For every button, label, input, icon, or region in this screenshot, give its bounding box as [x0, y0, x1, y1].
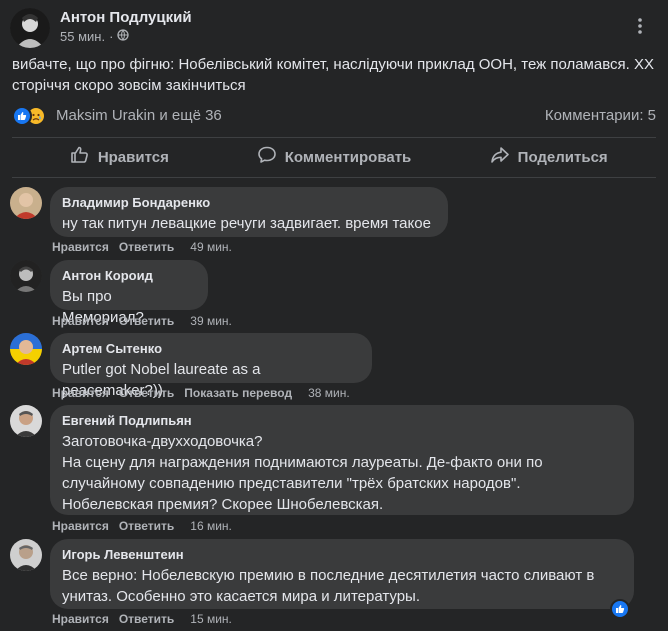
share-button[interactable]: Поделиться [441, 138, 656, 176]
share-icon [490, 145, 510, 169]
show-translation-link[interactable]: Показать перевод [184, 386, 292, 400]
reactions-summary[interactable]: Maksim Urakin и ещё 36 [56, 107, 222, 124]
comment-text-line: Все верно: Нобелевскую премию в последни… [62, 567, 595, 584]
like-button-label: Нравится [97, 148, 169, 166]
comment-actions: Нравится Ответить 39 мин. [52, 314, 232, 328]
share-button-label: Поделиться [517, 148, 608, 166]
commenter-avatar[interactable] [10, 333, 42, 365]
reaction-icons[interactable] [12, 104, 52, 126]
comment-reply-link[interactable]: Ответить [119, 519, 174, 533]
comment-like-link[interactable]: Нравится [52, 314, 109, 328]
comment-time[interactable]: 15 мин. [190, 612, 232, 626]
comments-count[interactable]: Комментарии: 5 [545, 107, 656, 124]
comment-bubble: Антон Короид Вы про Мемориал? [50, 260, 208, 326]
comment-reply-link[interactable]: Ответить [119, 240, 174, 254]
comment-author[interactable]: Артем Сытенко [62, 341, 360, 357]
comment-author[interactable]: Владимир Бондаренко [62, 195, 436, 211]
post-text: вибачте, що про фігню: Нобелівський комі… [12, 56, 654, 94]
comment-like-link[interactable]: Нравится [52, 386, 109, 400]
post-time[interactable]: 55 мин. [60, 29, 105, 44]
comment-reply-link[interactable]: Ответить [119, 386, 174, 400]
comment-text: ну так питун левацкие речуги задвигает. … [62, 215, 431, 232]
comment-text: Все верно: Нобелевскую премию в последни… [62, 565, 622, 607]
comment-actions: Нравится Ответить 49 мин. [52, 240, 232, 254]
post-meta: 55 мин. · [60, 29, 130, 44]
comment-like-link[interactable]: Нравится [52, 612, 109, 626]
like-reaction-icon [12, 106, 32, 126]
divider [12, 177, 656, 178]
comment-text-line: Заготовочка-двухходовочка? [62, 433, 263, 450]
comment-author[interactable]: Антон Короид [62, 268, 196, 284]
comment-actions: Нравится Ответить 15 мин. [52, 612, 232, 626]
reactions-bar: Maksim Urakin и ещё 36 Комментарии: 5 [12, 103, 658, 127]
post-actions: Нравится Комментировать Поделиться [12, 138, 656, 176]
comment-actions: Нравится Ответить Показать перевод 38 ми… [52, 386, 350, 400]
comment-button-label: Комментировать [284, 148, 412, 166]
comment-like-link[interactable]: Нравится [52, 519, 109, 533]
comment-bubble: Евгений Подлипьян Заготовочка-двухходово… [50, 405, 634, 515]
comment-text-line: Нобелевская премия? Скорее Шнобелевская. [62, 496, 384, 513]
thumbs-up-icon [70, 145, 90, 169]
comment-bubble: Владимир Бондаренко ну так питун левацки… [50, 187, 448, 237]
comment-button[interactable]: Комментировать [227, 138, 442, 176]
comment-author[interactable]: Игорь Левенштеин [62, 547, 622, 563]
comment-text-line: На сцену для награждения поднимаются лау… [62, 454, 543, 471]
comment-text-line: случайному совпадению представители "трё… [62, 475, 521, 492]
like-button[interactable]: Нравится [12, 138, 227, 176]
commenter-avatar[interactable] [10, 187, 42, 219]
comment-text: Заготовочка-двухходовочка? На сцену для … [62, 431, 622, 515]
more-options-icon[interactable] [628, 14, 652, 38]
comment-time[interactable]: 38 мин. [308, 386, 350, 400]
comment-icon [257, 145, 277, 169]
globe-icon [117, 29, 130, 44]
comment-time[interactable]: 16 мин. [190, 519, 232, 533]
comment-reply-link[interactable]: Ответить [119, 612, 174, 626]
comment-reply-link[interactable]: Ответить [119, 314, 174, 328]
comment-time[interactable]: 49 мин. [190, 240, 232, 254]
commenter-avatar[interactable] [10, 539, 42, 571]
author-avatar[interactable] [10, 8, 50, 48]
comment-bubble: Игорь Левенштеин Все верно: Нобелевскую … [50, 539, 634, 609]
comment-time[interactable]: 39 мин. [190, 314, 232, 328]
comment-bubble: Артем Сытенко Putler got Nobel laureate … [50, 333, 372, 399]
commenter-avatar[interactable] [10, 260, 42, 292]
like-reaction-icon[interactable] [610, 599, 630, 619]
post-author-name[interactable]: Антон Подлуцкий [60, 9, 192, 26]
commenter-avatar[interactable] [10, 405, 42, 437]
post-header: Антон Подлуцкий 55 мин. · [10, 8, 658, 48]
comment-text-line: унитаз. Особенно это касается мира и лит… [62, 588, 421, 605]
comment-like-link[interactable]: Нравится [52, 240, 109, 254]
comment-actions: Нравится Ответить 16 мин. [52, 519, 232, 533]
comment-author[interactable]: Евгений Подлипьян [62, 413, 622, 429]
